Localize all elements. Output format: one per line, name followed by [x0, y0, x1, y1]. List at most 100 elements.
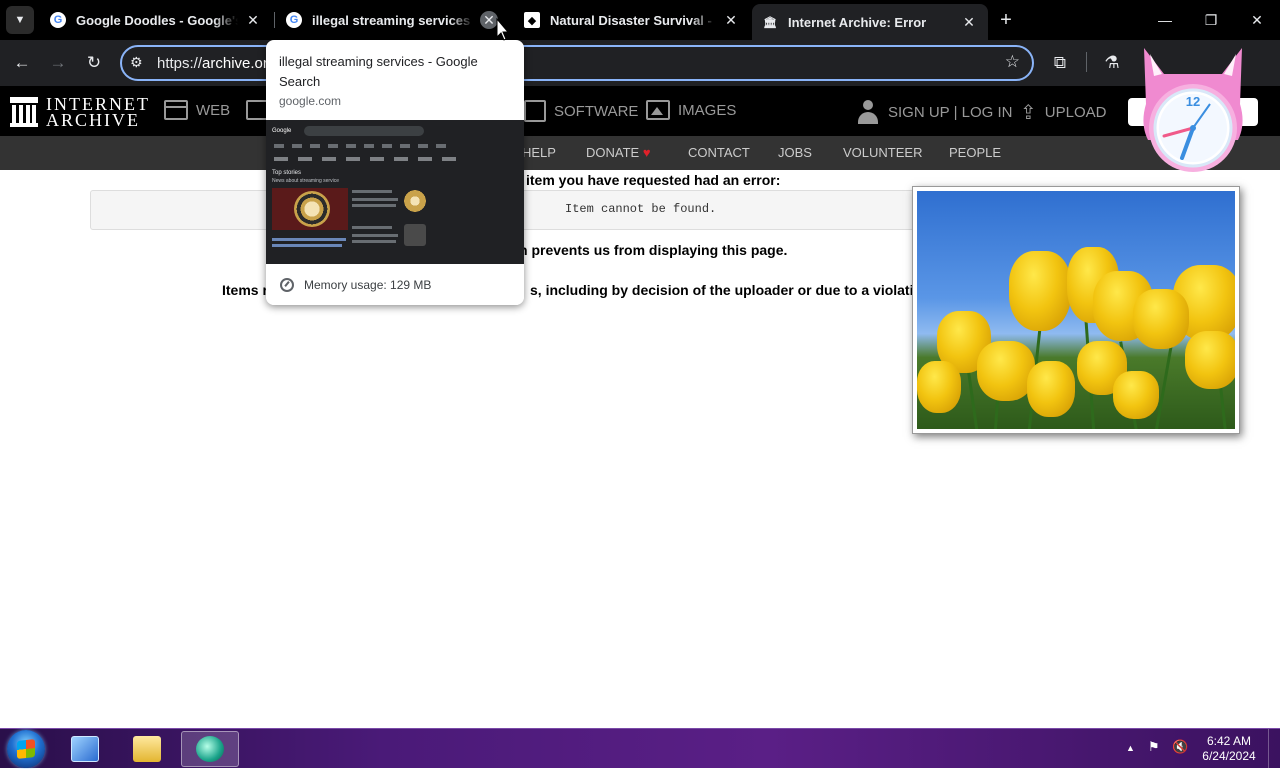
taskbar-clock[interactable]: 6:42 AM 6/24/2024 [1196, 734, 1262, 764]
taskbar-app-explorer[interactable] [118, 731, 176, 767]
error-note-start: Items r [222, 282, 268, 298]
thumb-seal-small [404, 190, 426, 212]
labs-button[interactable]: ⚗ [1098, 49, 1126, 77]
upload-icon: ⇪ [1020, 102, 1037, 124]
tab-title: Natural Disaster Survival - Rob [550, 12, 716, 28]
upload-label: UPLOAD [1044, 104, 1107, 121]
error-message: Item cannot be found. [565, 202, 717, 216]
image-icon [646, 100, 670, 120]
tab-divider [274, 12, 275, 28]
url-text[interactable]: https://archive.org [157, 55, 276, 72]
thumb-filter-row [274, 157, 464, 161]
address-bar[interactable]: ⚙ https://archive.org ☆ [120, 45, 1034, 81]
subnav-volunteer[interactable]: VOLUNTEER [843, 145, 922, 160]
subnav-help[interactable]: HELP [522, 145, 556, 160]
start-button[interactable] [7, 730, 45, 768]
close-tab-icon[interactable]: ✕ [722, 11, 740, 29]
windows-taskbar: ▲ ⚑ 🔇 6:42 AM 6/24/2024 [0, 728, 1280, 769]
subnav-contact[interactable]: CONTACT [688, 145, 750, 160]
subnav-people[interactable]: PEOPLE [949, 145, 1001, 160]
tab-search-button[interactable]: ▼ [6, 6, 34, 34]
minimize-button[interactable]: — [1142, 0, 1188, 40]
tab-google-doodles[interactable]: G Google Doodles - Google's Se ✕ [40, 0, 272, 40]
memory-usage-label: Memory usage: 129 MB [304, 277, 432, 292]
reload-icon: ↻ [86, 53, 102, 72]
site-info-icon[interactable]: ⚙ [130, 54, 143, 71]
close-tab-icon[interactable]: ✕ [244, 11, 262, 29]
close-tab-icon[interactable]: ✕ [960, 13, 978, 31]
archive-top-nav: INTERNET ARCHIVE WEB SOFTWARE IMAGES SIG… [0, 86, 1280, 136]
nav-web-label: WEB [196, 101, 231, 119]
folder-icon [133, 736, 161, 762]
taskbar-app-control-panel[interactable] [56, 731, 114, 767]
subnav-jobs[interactable]: JOBS [778, 145, 812, 160]
slideshow-gadget[interactable] [912, 186, 1240, 434]
clock-time: 6:42 AM [1206, 734, 1252, 748]
arrow-left-icon: ← [13, 53, 31, 72]
upload-link[interactable]: ⇪ UPLOAD [1020, 100, 1106, 125]
clock-number-12: 12 [1186, 94, 1200, 109]
arrow-right-icon: → [49, 53, 67, 72]
gauge-icon [280, 277, 294, 292]
browser-icon [196, 736, 224, 762]
flask-icon: ⚗ [1104, 53, 1120, 72]
memory-usage: Memory usage: 129 MB [266, 264, 524, 305]
google-icon: G [286, 12, 302, 28]
donate-label: DONATE [586, 145, 640, 160]
window-close-button[interactable]: ✕ [1234, 0, 1280, 40]
web-icon [164, 100, 188, 120]
control-panel-icon [71, 736, 99, 762]
new-tab-button[interactable]: + [994, 8, 1018, 32]
forward-button[interactable]: → [44, 49, 72, 77]
thumb-story-image [272, 188, 348, 230]
tab-title: Internet Archive: Error [788, 14, 927, 30]
roblox-icon: ◆ [524, 12, 540, 28]
signup-login-label: SIGN UP | LOG IN [888, 103, 1013, 121]
clock-gadget[interactable]: 12 [1134, 44, 1252, 176]
mouse-cursor-icon [496, 18, 510, 41]
thumb-section-title: Top stories [272, 170, 302, 176]
bookmark-star-icon[interactable]: ☆ [1005, 52, 1020, 72]
thumb-tab-row [274, 144, 454, 148]
reload-button[interactable]: ↻ [80, 49, 108, 77]
back-button[interactable]: ← [8, 49, 36, 77]
subnav-donate[interactable]: DONATE ♥ [586, 145, 651, 160]
error-explanation: n prevents us from displaying this page. [519, 242, 788, 258]
tab-internet-archive-error[interactable]: 🏛 Internet Archive: Error ✕ [752, 4, 988, 40]
tab-hover-card: illegal streaming services - Google Sear… [266, 40, 524, 305]
show-desktop-button[interactable] [1268, 729, 1280, 769]
archive-logo-text: INTERNET ARCHIVE [46, 95, 150, 130]
hover-card-title: illegal streaming services - Google Sear… [279, 54, 478, 89]
windows-logo-icon [17, 739, 35, 759]
clock-date: 6/24/2024 [1202, 749, 1256, 763]
tab-natural-disaster[interactable]: ◆ Natural Disaster Survival - Rob ✕ [514, 0, 750, 40]
nav-images-label: IMAGES [678, 101, 737, 119]
nav-images[interactable]: IMAGES [646, 100, 736, 120]
hover-card-domain: google.com [279, 94, 342, 108]
hover-card-thumbnail: Google Top stories News about streaming … [266, 120, 524, 264]
tab-illegal-streaming[interactable]: G illegal streaming services - Goo ✕ [276, 0, 508, 40]
extensions-button[interactable]: ⧉ [1046, 49, 1074, 77]
tab-title: illegal streaming services - Goo [312, 12, 474, 28]
chevron-down-icon: ▼ [14, 14, 26, 26]
internet-archive-icon: 🏛 [763, 16, 777, 29]
logo-line-2: ARCHIVE [46, 110, 140, 130]
restore-button[interactable]: ❐ [1188, 0, 1234, 40]
url-scheme: https:// [157, 55, 203, 72]
archive-sub-nav: HELP DONATE ♥ CONTACT JOBS VOLUNTEER PEO… [0, 136, 1280, 170]
signup-login-link[interactable]: SIGN UP | LOG IN [858, 100, 1012, 124]
tab-title: Google Doodles - Google's Se [76, 12, 238, 28]
archive-logo[interactable]: INTERNET ARCHIVE [10, 95, 150, 130]
nav-web[interactable]: WEB [164, 100, 230, 120]
tab-strip: ▼ G Google Doodles - Google's Se ✕ G ill… [0, 0, 1280, 40]
tray-expand-icon[interactable]: ▲ [1126, 743, 1135, 753]
action-center-flag-icon[interactable]: ⚑ [1148, 739, 1160, 755]
google-icon: G [50, 12, 66, 28]
user-icon [858, 100, 878, 124]
volume-muted-icon[interactable]: 🔇 [1172, 739, 1188, 755]
thumb-search-bar [304, 126, 424, 136]
browser-toolbar: ← → ↻ ⚙ https://archive.org ☆ ⧉ ⚗ [0, 40, 1280, 86]
nav-software[interactable]: SOFTWARE [524, 100, 638, 122]
taskbar-app-browser[interactable] [181, 731, 239, 767]
floppy-icon [524, 100, 546, 122]
